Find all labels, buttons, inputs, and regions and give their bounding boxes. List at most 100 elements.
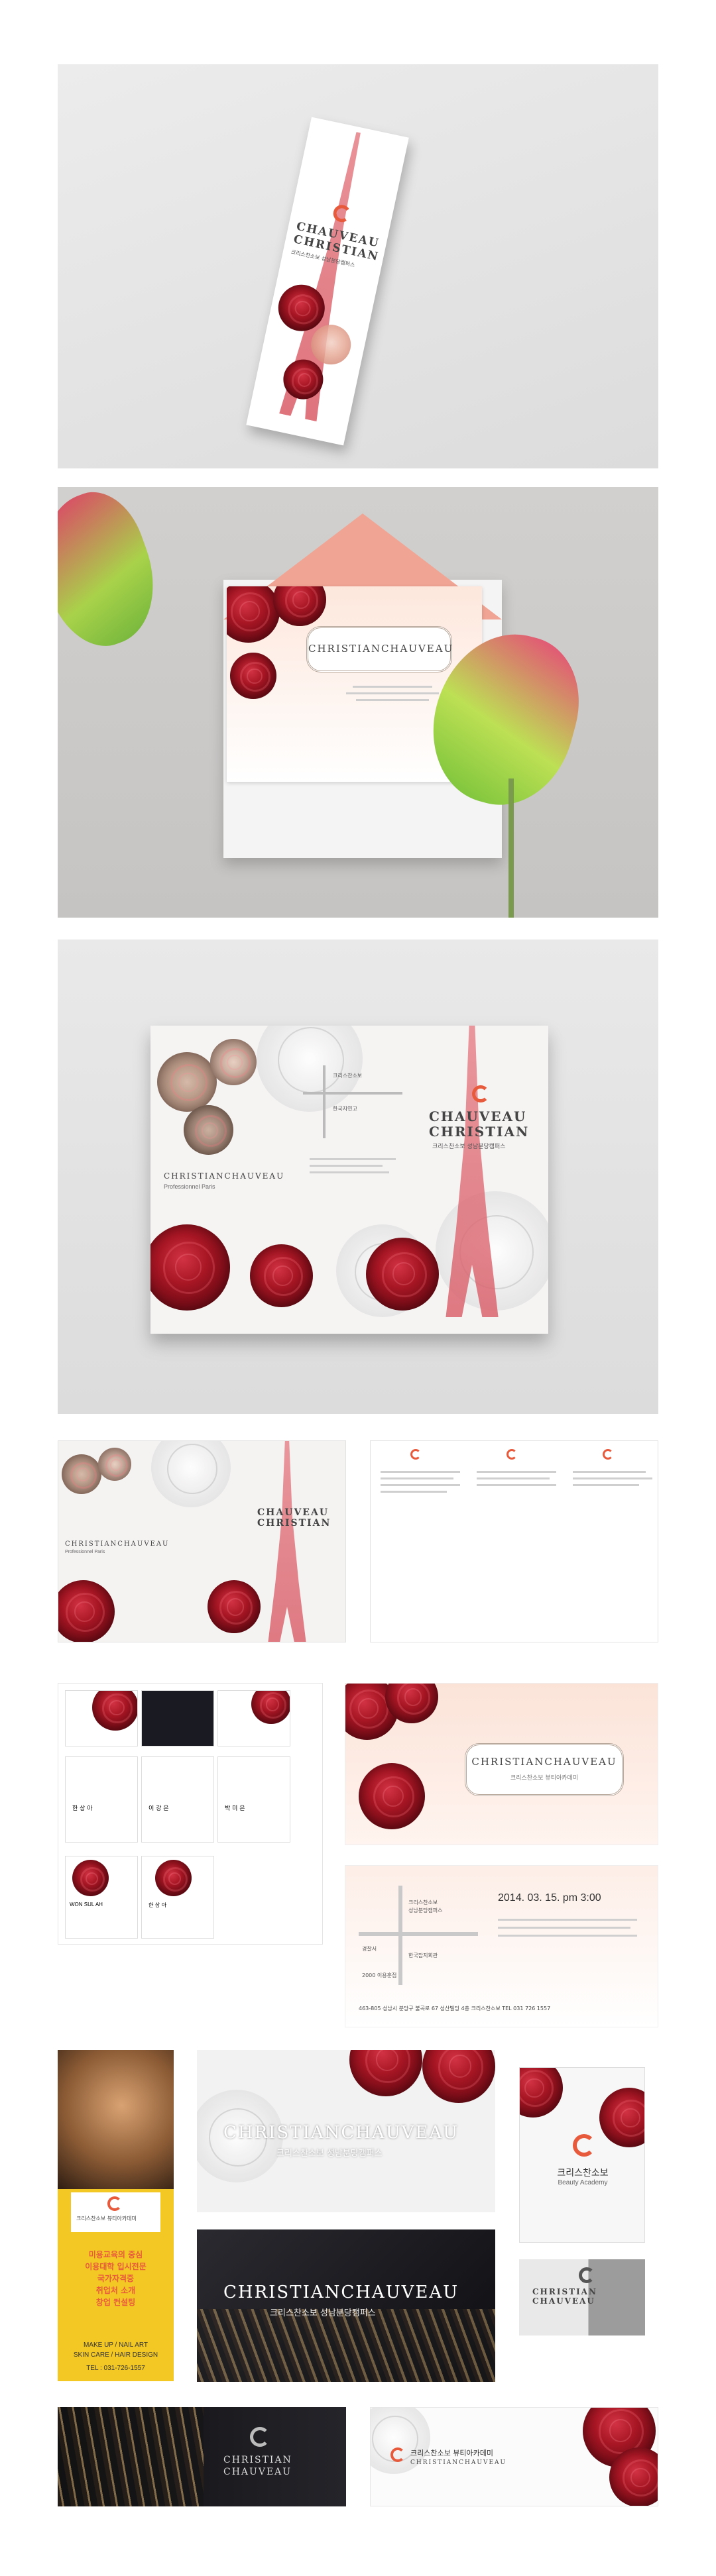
- map-label: 크리스찬소보: [333, 1073, 363, 1079]
- banner-brand-2: CHAUVEAU: [223, 2467, 292, 2477]
- sign-brand-ko: 크리스찬소보 성남분당캠퍼스: [276, 2149, 383, 2159]
- banner-services: MAKE UP / NAIL ART: [83, 2341, 149, 2349]
- closed-brochure: CHAUVEAU CHRISTIAN 크리스찬소보 성남분당캠퍼스: [246, 117, 409, 446]
- sign-dark: CHRISTIANCHAUVEAU 크리스찬소보 성남분당캠퍼스: [197, 2229, 495, 2382]
- banner-brand-1: CHRISTIAN: [223, 2455, 292, 2465]
- rose-image: [230, 653, 276, 699]
- map-label: 한국자연고: [333, 1106, 357, 1112]
- banner-portrait-image: [58, 2050, 174, 2189]
- brand-stacked-1: CHAUVEAU: [257, 1507, 329, 1518]
- text-line: [346, 692, 439, 694]
- small-sign-brand-1: CHRISTIAN: [532, 2287, 597, 2296]
- text-line: [498, 1919, 637, 1921]
- brand-logo-icon: [331, 203, 353, 224]
- sign-brand: CHRISTIANCHAUVEAU: [223, 2123, 459, 2143]
- brand-logo-icon: [410, 1449, 421, 1460]
- banner-tagline: 취업처 소개: [95, 2286, 136, 2295]
- brand-logo-icon: [603, 1449, 613, 1460]
- business-card: 박 미 은: [217, 1756, 290, 1843]
- brand-stacked-2: CHRISTIAN: [257, 1518, 331, 1529]
- rose-image: [250, 1244, 313, 1307]
- small-sign-brand-2: CHAUVEAU: [532, 2296, 595, 2306]
- map-label: 2000 이용훈점: [362, 1972, 397, 1978]
- brand-ko: 크리스찬소보 성남분당캠퍼스: [432, 1144, 506, 1150]
- text-line: [573, 1471, 646, 1473]
- portrait-circle-image: [98, 1448, 131, 1481]
- banner-brand-inline: CHRISTIANCHAUVEAU: [410, 2459, 507, 2466]
- banner-white-wide: 크리스찬소보 뷰티아카데미 CHRISTIANCHAUVEAU: [370, 2407, 658, 2506]
- brand-stacked-1: CHAUVEAU: [429, 1108, 527, 1124]
- invitation-date: 2014. 03. 15. pm 3:00: [498, 1892, 601, 1904]
- map-block: 크리스찬소보 성남분당캠퍼스 경찰서 한국잡지회관 2000 이용훈점: [359, 1886, 478, 1985]
- invitation-title: CHRISTIANCHAUVEAU: [308, 643, 454, 655]
- rose-image: [599, 2088, 644, 2147]
- rose-image: [227, 586, 280, 643]
- portrait-circle-image: [62, 1454, 101, 1494]
- business-card: 이 강 은: [141, 1756, 214, 1843]
- business-card-front: [217, 1690, 290, 1746]
- card-name: 한 상 아: [72, 1805, 93, 1812]
- banner-services: SKIN CARE / HAIR DESIGN: [73, 2351, 158, 2359]
- invitation-title-frame: CHRISTIANCHAUVEAU 크리스찬소보 뷰티아카데미: [465, 1743, 624, 1796]
- brand-logo-icon: [107, 2196, 122, 2211]
- rose-image: [208, 1580, 261, 1633]
- map-label: 성남분당캠퍼스: [408, 1907, 443, 1913]
- brand-logo-icon: [390, 2447, 405, 2462]
- text-line: [498, 1935, 637, 1937]
- business-card: 한 상 아: [141, 1856, 214, 1939]
- brand-logo-icon: [250, 2427, 270, 2447]
- banner-tel: TEL : 031-726-1557: [86, 2365, 145, 2372]
- vsign-academy: Beauty Academy: [558, 2179, 608, 2186]
- portrait-circle-image: [210, 1039, 257, 1085]
- invitation-front: CHRISTIANCHAUVEAU 크리스찬소보 뷰티아카데미: [345, 1683, 658, 1845]
- brand-logo-icon: [573, 2134, 595, 2157]
- portrait-circle-image: [157, 1052, 217, 1112]
- text-line: [498, 1927, 630, 1929]
- rose-image: [609, 2447, 658, 2506]
- spread-inside: [370, 1440, 658, 1642]
- banner-brand-ko: 크리스찬소보 뷰티아카데미: [76, 2216, 137, 2222]
- banner-logo-box: 크리스찬소보 뷰티아카데미: [71, 2192, 160, 2232]
- rose-image: [150, 1224, 230, 1311]
- text-line: [477, 1484, 556, 1486]
- brand-logo-icon: [579, 2267, 595, 2283]
- mockup-envelope: CHRISTIANCHAUVEAU: [58, 487, 658, 918]
- card-name: 한 상 아: [149, 1902, 167, 1908]
- rose-image: [520, 2068, 563, 2118]
- text-line: [381, 1484, 460, 1486]
- vertical-sign-white: 크리스찬소보 Beauty Academy: [519, 2067, 645, 2243]
- rose-image: [349, 2050, 422, 2096]
- panel-brand-inline: CHRISTIANCHAUVEAU: [164, 1171, 285, 1181]
- panel-professionnel: Professionnel Paris: [164, 1183, 215, 1190]
- anthurium-stem: [508, 778, 514, 918]
- spread-professionnel: Professionnel Paris: [65, 1550, 105, 1554]
- portrait-circle-image: [184, 1105, 233, 1155]
- map-label: 크리스찬소보: [408, 1900, 438, 1905]
- text-line: [310, 1158, 396, 1160]
- banner-tagline: 미용교육의 중심: [88, 2250, 143, 2259]
- brand-logo-icon: [507, 1449, 517, 1460]
- text-line: [573, 1484, 639, 1486]
- small-sign: CHRISTIAN CHAUVEAU: [519, 2259, 645, 2335]
- brand-stacked-2: CHRISTIAN: [429, 1124, 530, 1140]
- map-block: 크리스찬소보 한국자연고: [303, 1065, 402, 1138]
- invitation-subtitle: 크리스찬소보 뷰티아카데미: [510, 1775, 579, 1782]
- spread-brand-inline: CHRISTIANCHAUVEAU: [65, 1540, 170, 1548]
- card-name: 박 미 은: [225, 1805, 245, 1812]
- rose-image: [422, 2050, 495, 2103]
- banner-brand-ko: 크리스찬소보 뷰티아카데미: [410, 2449, 493, 2457]
- card-name: 이 강 은: [149, 1805, 169, 1812]
- invitation-title: CHRISTIANCHAUVEAU: [471, 1756, 617, 1768]
- text-line: [381, 1491, 447, 1493]
- rose-image: [359, 1763, 425, 1829]
- banner-dark-wide: CHRISTIAN CHAUVEAU: [58, 2407, 346, 2506]
- business-card-front: [141, 1690, 214, 1746]
- rose-image: [273, 586, 326, 626]
- trifold-paper: CHRISTIANCHAUVEAU Professionnel Paris 크리…: [150, 1026, 548, 1334]
- rose-image: [366, 1238, 439, 1311]
- invitation-address: 463-805 성남시 분당구 불곡로 67 성산빌딩 4층 크리스찬소보 TE…: [359, 2006, 551, 2012]
- business-card-front: [65, 1690, 138, 1746]
- card-name: WON SUL AH: [70, 1902, 103, 1907]
- banner-tagline: 창업 컨설팅: [95, 2298, 136, 2307]
- eiffel-tower-graphic: [268, 1441, 306, 1642]
